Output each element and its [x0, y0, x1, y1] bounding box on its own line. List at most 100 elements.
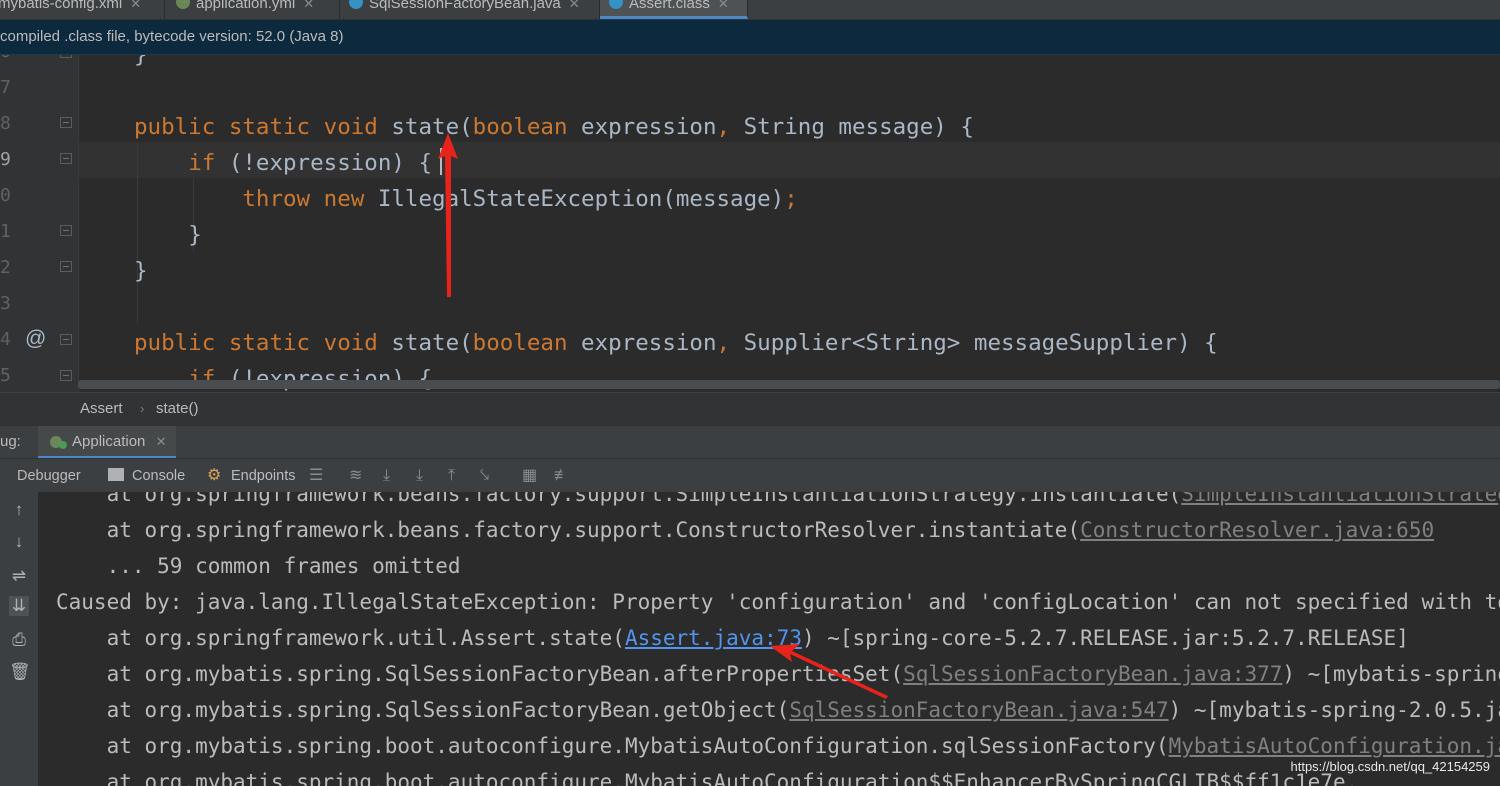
close-icon[interactable]: ✕	[303, 0, 314, 11]
console-text: ... 59 common frames omitted	[56, 554, 461, 578]
tab-mybatis-config[interactable]: mybatis-config.xml ✕	[0, 0, 165, 19]
tab-debugger[interactable]: Debugger	[17, 459, 81, 493]
close-icon[interactable]: ✕	[130, 0, 141, 11]
code-text: String message) {	[743, 114, 974, 140]
console-icon	[108, 468, 124, 481]
code-line: }	[134, 217, 202, 253]
run-to-cursor-icon[interactable]: ⤥	[480, 459, 489, 493]
console-text: Caused by: java.lang.IllegalStateExcepti…	[56, 590, 1500, 614]
fold-marker-icon[interactable]	[60, 153, 72, 164]
console-line: ... 59 common frames omitted	[56, 548, 461, 584]
code-line: }	[134, 253, 148, 289]
code-line: if (!expression) {	[134, 145, 432, 181]
code-editor[interactable]: 6 7 8 9 0 1 2 3 4 5 @ } public static voi…	[0, 55, 1500, 392]
source-link[interactable]: SimpleInstantiationStrategy.java:154	[1181, 492, 1500, 506]
debug-label: ug:	[0, 433, 21, 450]
console-text: at org.springframework.beans.factory.sup…	[56, 518, 1081, 542]
horizontal-scrollbar[interactable]	[78, 380, 1500, 389]
debug-toolbar: Debugger Console ⚙ Endpoints ☰ ≋ ⤓ ⤓ ⤒ ⤥…	[0, 458, 1500, 493]
source-link[interactable]: ConstructorResolver.java:650	[1080, 518, 1434, 542]
close-icon[interactable]: ✕	[156, 434, 167, 449]
fold-marker-icon[interactable]	[60, 55, 72, 58]
console-line: at org.mybatis.spring.boot.autoconfigure…	[56, 728, 1500, 764]
class-file-icon	[609, 0, 623, 9]
yaml-file-icon	[176, 0, 190, 9]
editor-tab-bar: mybatis-config.xml ✕ application.yml ✕ Sql…	[0, 0, 1500, 20]
close-icon[interactable]: ✕	[569, 0, 580, 11]
endpoints-icon: ⚙	[207, 467, 222, 484]
code-keyword: public static void	[134, 114, 392, 140]
console-text: ) ~[spring-core-5.2.7.RELEASE.jar:5.2.7.…	[801, 626, 1409, 650]
fold-marker-icon[interactable]	[60, 225, 72, 236]
menu-icon[interactable]: ☰	[309, 459, 323, 493]
fold-marker-icon[interactable]	[60, 370, 72, 381]
code-text: state(	[391, 330, 473, 356]
line-number: 7	[0, 77, 11, 98]
soft-wrap-icon[interactable]: ⇌	[9, 566, 29, 586]
decompiled-notice-banner: compiled .class file, bytecode version: …	[0, 20, 1500, 55]
console-text: at org.springframework.beans.factory.sup…	[56, 492, 1182, 506]
line-number: 5	[0, 365, 11, 386]
tab-assert-class[interactable]: Assert.class ✕	[600, 0, 748, 19]
tab-console[interactable]: Console	[132, 459, 185, 493]
console-line: at org.mybatis.spring.boot.autoconfigure…	[56, 764, 1359, 786]
print-icon[interactable]: ⎙	[9, 630, 29, 650]
line-number: 3	[0, 293, 11, 314]
code-keyword: ,	[716, 330, 744, 356]
console-text: ) ~[mybatis-spring-2.0.5.jar:2.0.5]	[1282, 662, 1500, 686]
override-marker-icon[interactable]: @	[25, 327, 46, 351]
tab-endpoints[interactable]: Endpoints	[231, 459, 296, 493]
code-text: Supplier<String> messageSupplier) {	[743, 330, 1218, 356]
annotation-arrow	[770, 644, 888, 699]
code-text: }	[134, 258, 148, 284]
trace-icon[interactable]: ≢	[554, 459, 570, 493]
console-output[interactable]: at org.springframework.beans.factory.sup…	[38, 492, 1500, 786]
console-text: at org.mybatis.spring.SqlSessionFactoryB…	[56, 698, 790, 722]
code-keyword: ,	[716, 114, 744, 140]
breadcrumb-class[interactable]: Assert	[80, 393, 123, 425]
fold-marker-icon[interactable]	[60, 334, 72, 345]
spring-boot-icon	[50, 436, 67, 450]
line-number: 6	[0, 55, 12, 62]
close-icon[interactable]: ✕	[718, 0, 729, 11]
tab-label: SqlSessionFactoryBean.java	[369, 0, 561, 12]
step-into-icon[interactable]: ⤓	[416, 459, 423, 493]
code-keyword: ;	[784, 186, 798, 212]
source-link[interactable]: MybatisAutoConfiguration.java:	[1169, 734, 1500, 758]
step-out-icon[interactable]: ⤒	[448, 459, 455, 493]
debug-session-tab[interactable]: Application ✕	[38, 426, 177, 458]
code-keyword: throw new	[242, 186, 378, 212]
fold-marker-icon[interactable]	[60, 261, 72, 272]
fold-marker-icon[interactable]	[60, 117, 72, 128]
console-text: at org.mybatis.spring.boot.autoconfigure…	[56, 734, 1169, 758]
evaluate-expression-icon[interactable]: ▦	[522, 459, 537, 493]
line-number: 9	[0, 149, 11, 170]
arrow-up-icon[interactable]: ↑	[9, 500, 29, 520]
show-execution-point-icon[interactable]: ≋	[349, 459, 362, 493]
code-line: public static void state(boolean express…	[134, 325, 1218, 361]
step-over-icon[interactable]: ⤓	[383, 459, 390, 493]
watermark: https://blog.csdn.net/qq_42154259	[1290, 759, 1491, 774]
editor-gutter: 6 7 8 9 0 1 2 3 4 5 @	[0, 55, 102, 392]
line-number: 4	[0, 329, 11, 350]
code-keyword: public static void	[134, 330, 392, 356]
code-text: }	[188, 222, 202, 248]
line-number: 1	[0, 221, 11, 242]
code-keyword: boolean	[472, 114, 582, 140]
session-tab-label: Application	[72, 433, 146, 450]
arrow-down-icon[interactable]: ↓	[9, 532, 29, 552]
console-line: Caused by: java.lang.IllegalStateExcepti…	[56, 584, 1500, 620]
console-side-toolbar: ↑ ↓ ⇌ ⇊ ⎙ 🗑	[0, 492, 39, 786]
source-link[interactable]: SqlSessionFactoryBean.java:377	[903, 662, 1282, 686]
console-text: at org.springframework.util.Assert.state…	[56, 626, 625, 650]
annotation-arrow	[438, 133, 458, 297]
console-line: at org.springframework.beans.factory.sup…	[56, 512, 1435, 548]
console-text: at org.mybatis.spring.boot.autoconfigure…	[56, 770, 1359, 786]
banner-text: compiled .class file, bytecode version: …	[0, 28, 344, 45]
trash-icon[interactable]: 🗑	[9, 662, 31, 682]
tab-application-yml[interactable]: application.yml ✕	[165, 0, 340, 19]
scroll-to-end-icon[interactable]: ⇊	[9, 596, 29, 616]
tab-sqlsessionfactorybean[interactable]: SqlSessionFactoryBean.java ✕	[340, 0, 600, 19]
breadcrumb: Assert › state()	[0, 392, 1500, 425]
breadcrumb-method[interactable]: state()	[156, 393, 199, 425]
